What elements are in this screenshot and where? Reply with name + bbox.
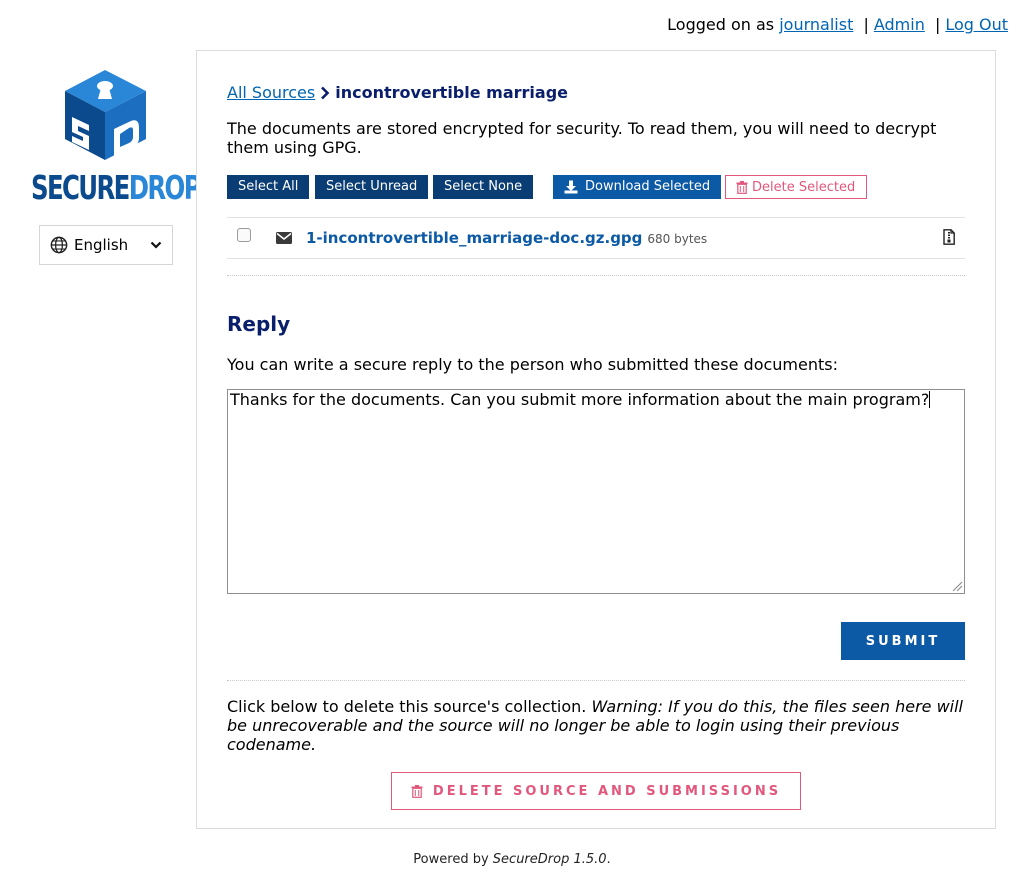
username-link[interactable]: journalist [779, 15, 853, 34]
login-bar: Logged on as journalist | Admin | Log Out [667, 15, 1008, 35]
logo-cube-icon [65, 70, 146, 160]
divider [227, 275, 965, 276]
logout-link[interactable]: Log Out [945, 15, 1008, 34]
logged-on-label: Logged on as [667, 15, 775, 34]
footer-prefix: Powered by [413, 852, 489, 867]
delete-source-button[interactable]: DELETE SOURCE AND SUBMISSIONS [391, 772, 801, 810]
divider [227, 680, 965, 681]
chevron-right-icon [321, 86, 330, 100]
footer-suffix: . [606, 852, 611, 867]
separator: | [934, 15, 941, 34]
submit-button[interactable]: SUBMIT [841, 622, 965, 660]
file-size: 680 bytes [647, 232, 708, 246]
language-label: English [74, 236, 129, 254]
file-row: 1-incontrovertible_marriage-doc.gz.gpg 6… [227, 217, 965, 259]
source-name: incontrovertible marriage [335, 83, 568, 102]
select-none-button[interactable]: Select None [433, 175, 534, 199]
trash-icon [411, 784, 423, 798]
separator: | [863, 15, 869, 34]
delete-selected-label: Delete Selected [752, 179, 856, 195]
securedrop-logo[interactable]: SECUREDROP [31, 70, 202, 207]
download-selected-label: Download Selected [585, 179, 711, 194]
footer-product: SecureDrop 1.5.0 [492, 852, 607, 867]
footer: Powered by SecureDrop 1.5.0. [0, 852, 1024, 867]
language-select[interactable]: English [39, 225, 173, 265]
download-selected-button[interactable]: Download Selected [553, 175, 722, 199]
delete-source-text: Click below to delete this source's coll… [227, 697, 587, 716]
globe-icon [50, 236, 68, 254]
reply-textarea[interactable]: Thanks for the documents. Can you submit… [227, 389, 965, 594]
reply-heading: Reply [227, 312, 291, 336]
select-unread-button[interactable]: Select Unread [315, 175, 429, 199]
text-caret [929, 391, 931, 408]
admin-link[interactable]: Admin [874, 15, 925, 34]
envelope-icon [276, 232, 292, 244]
delete-selected-button[interactable]: Delete Selected [725, 175, 868, 199]
download-icon [564, 180, 578, 194]
logo-wordmark: SECUREDROP [31, 168, 202, 207]
main-panel: All Sources incontrovertible marriage Th… [196, 50, 996, 829]
reply-help-text: You can write a secure reply to the pers… [227, 355, 838, 374]
reply-text: Thanks for the documents. Can you submit… [230, 390, 930, 409]
all-sources-link[interactable]: All Sources [227, 83, 315, 103]
resize-grip-icon[interactable] [951, 580, 963, 592]
file-checkbox[interactable] [237, 228, 251, 242]
chevron-down-icon [150, 241, 162, 249]
file-document-icon[interactable] [943, 229, 955, 245]
trash-icon [736, 180, 748, 194]
file-name-link[interactable]: 1-incontrovertible_marriage-doc.gz.gpg [306, 229, 642, 247]
select-all-button[interactable]: Select All [227, 175, 310, 199]
breadcrumb: All Sources incontrovertible marriage [227, 83, 965, 103]
delete-source-label: DELETE SOURCE AND SUBMISSIONS [432, 783, 782, 799]
intro-text: The documents are stored encrypted for s… [227, 119, 937, 157]
delete-source-warning: Click below to delete this source's coll… [227, 697, 965, 754]
bulk-actions: Select All Select Unread Select None Dow… [227, 175, 965, 199]
